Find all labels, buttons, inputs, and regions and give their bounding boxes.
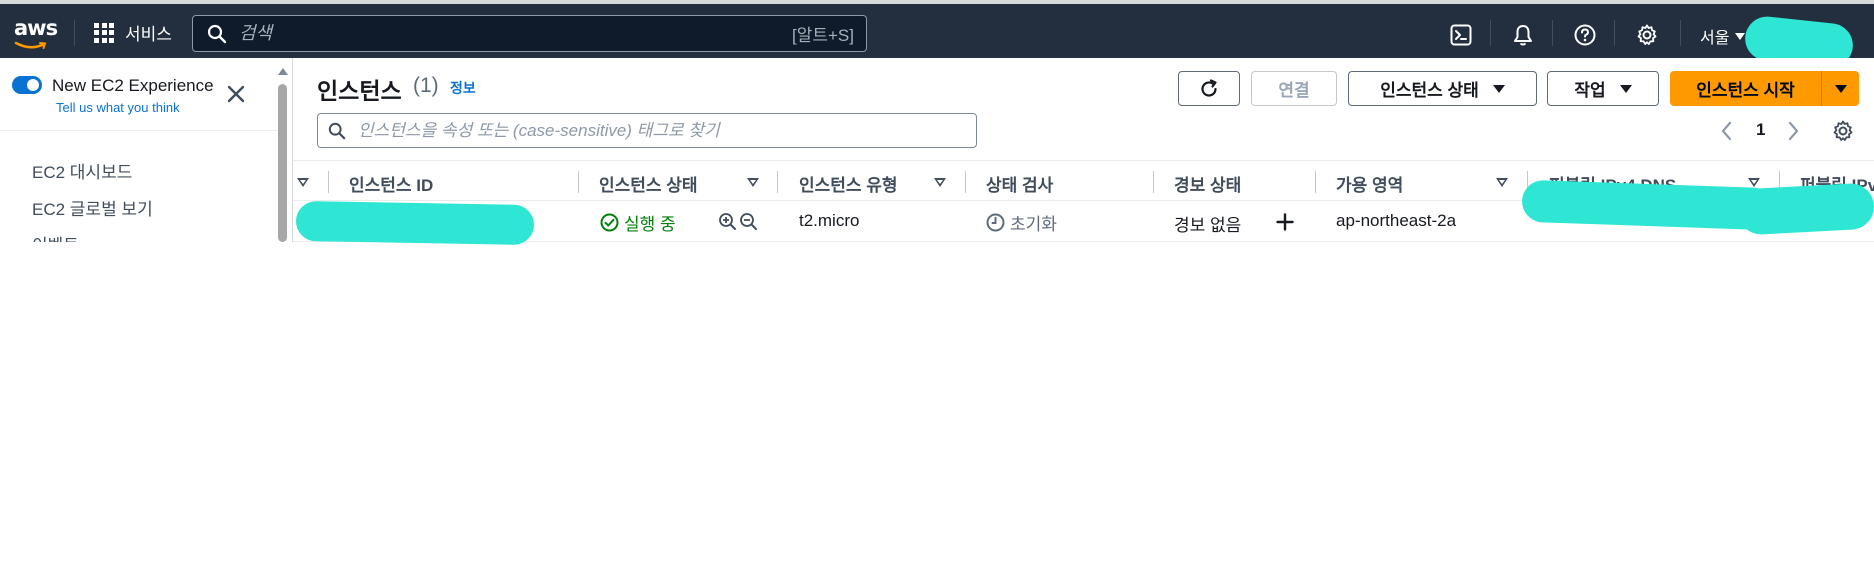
redaction-mark [295, 200, 535, 246]
instance-state-dropdown[interactable]: 인스턴스 상태 [1348, 71, 1537, 106]
select-all-sort-icon[interactable] [297, 178, 309, 187]
column-header-instance-id[interactable]: 인스턴스 ID [349, 171, 433, 196]
services-label: 서비스 [125, 25, 172, 44]
gear-icon[interactable] [1635, 23, 1659, 47]
column-divider [1153, 171, 1154, 193]
instance-filter-box[interactable] [317, 113, 977, 148]
caret-down-icon [1619, 84, 1632, 93]
sort-icon[interactable] [1496, 178, 1508, 187]
instance-state-label: 인스턴스 상태 [1380, 81, 1479, 100]
sort-icon[interactable] [934, 178, 946, 187]
availability-zone-cell: ap-northeast-2a [1336, 211, 1457, 230]
sort-icon[interactable] [747, 178, 759, 187]
status-check-cell: 초기화 [986, 210, 1057, 235]
help-icon[interactable] [1573, 23, 1597, 47]
new-experience-title: New EC2 Experience [52, 76, 214, 95]
cloudshell-icon[interactable] [1449, 23, 1473, 47]
page-title: 인스턴스 [317, 78, 402, 104]
instance-filter-input[interactable] [358, 120, 976, 141]
actions-label: 작업 [1574, 81, 1606, 100]
search-shortcut-hint: [알트+S] [792, 26, 854, 45]
instance-state-value: 실행 중 [624, 215, 676, 234]
column-header-instance-state[interactable]: 인스턴스 상태 [599, 171, 698, 196]
toggle-knob [27, 79, 39, 91]
topbar-divider [1680, 20, 1681, 46]
alarm-status-cell: 경보 없음 [1174, 216, 1242, 235]
topbar-divider [74, 20, 75, 46]
grid-icon [94, 22, 114, 43]
global-search-input[interactable] [239, 23, 792, 44]
info-link[interactable]: 정보 [450, 78, 476, 98]
connect-button-label: 연결 [1278, 81, 1310, 100]
feedback-link[interactable]: Tell us what you think [56, 100, 180, 115]
sidebar-item-events[interactable]: 이벤트 [32, 231, 79, 242]
instance-state-cell: 실행 중 [600, 210, 676, 235]
global-search-box[interactable]: [알트+S] [192, 15, 867, 52]
caret-down-icon [1492, 84, 1505, 93]
zoom-in-icon[interactable] [718, 212, 737, 231]
topbar-divider [1490, 20, 1491, 46]
page-number[interactable]: 1 [1756, 120, 1765, 140]
column-divider [1315, 171, 1316, 193]
column-divider [578, 171, 579, 193]
close-icon[interactable] [226, 84, 246, 104]
caret-down-icon [1735, 32, 1746, 40]
status-check-value: 초기화 [1010, 215, 1057, 234]
aws-logo[interactable]: aws [14, 18, 58, 49]
region-selector[interactable]: 서울 [1700, 24, 1746, 48]
aws-smile-icon [14, 41, 47, 49]
column-header-status-check[interactable]: 상태 검사 [986, 171, 1053, 196]
topbar-divider [1614, 20, 1615, 46]
refresh-button[interactable] [1178, 71, 1240, 106]
services-menu-button[interactable]: 서비스 [94, 20, 172, 45]
sidebar-item-ec2-dashboard[interactable]: EC2 대시보드 [32, 158, 132, 183]
scroll-up-arrow-icon[interactable] [278, 68, 288, 75]
column-header-instance-type[interactable]: 인스턴스 유형 [799, 171, 898, 196]
topbar-divider [1552, 20, 1553, 46]
sort-icon[interactable] [1748, 178, 1760, 187]
region-label: 서울 [1700, 30, 1730, 47]
top-navigation-bar: aws 서비스 [알트+S] [0, 4, 1874, 70]
launch-options-dropdown[interactable] [1822, 71, 1859, 106]
instance-type-cell: t2.micro [799, 211, 860, 230]
instance-count: (1) [413, 74, 439, 97]
column-divider [328, 171, 329, 193]
search-icon [328, 122, 346, 139]
actions-dropdown[interactable]: 작업 [1547, 71, 1659, 106]
sidebar-item-ec2-global-view[interactable]: EC2 글로벌 보기 [32, 195, 153, 220]
success-check-icon [600, 213, 619, 232]
caret-down-icon [1834, 84, 1847, 93]
launch-instance-label: 인스턴스 시작 [1696, 81, 1795, 100]
table-settings-gear-icon[interactable] [1831, 119, 1855, 143]
refresh-icon [1201, 78, 1217, 97]
launch-instance-button[interactable]: 인스턴스 시작 [1670, 71, 1821, 106]
redaction-mark [1736, 182, 1874, 236]
column-header-availability-zone[interactable]: 가용 영역 [1336, 171, 1403, 196]
clock-icon [986, 213, 1005, 232]
sidebar-divider [0, 130, 280, 131]
redaction-mark [1521, 179, 1775, 231]
chevron-right-icon[interactable] [1784, 120, 1802, 142]
search-icon [207, 24, 227, 43]
column-divider [965, 171, 966, 193]
chevron-left-icon[interactable] [1718, 120, 1736, 142]
new-experience-toggle[interactable] [12, 76, 42, 94]
sidebar-scrollbar[interactable] [278, 84, 287, 242]
bell-icon[interactable] [1511, 23, 1535, 47]
column-header-alarm-status[interactable]: 경보 상태 [1174, 171, 1241, 196]
sidebar: New EC2 Experience Tell us what you thin… [0, 58, 292, 242]
column-divider [777, 171, 778, 193]
add-alarm-plus-icon[interactable] [1276, 213, 1294, 231]
connect-button[interactable]: 연결 [1251, 71, 1337, 106]
zoom-out-icon[interactable] [739, 212, 758, 231]
